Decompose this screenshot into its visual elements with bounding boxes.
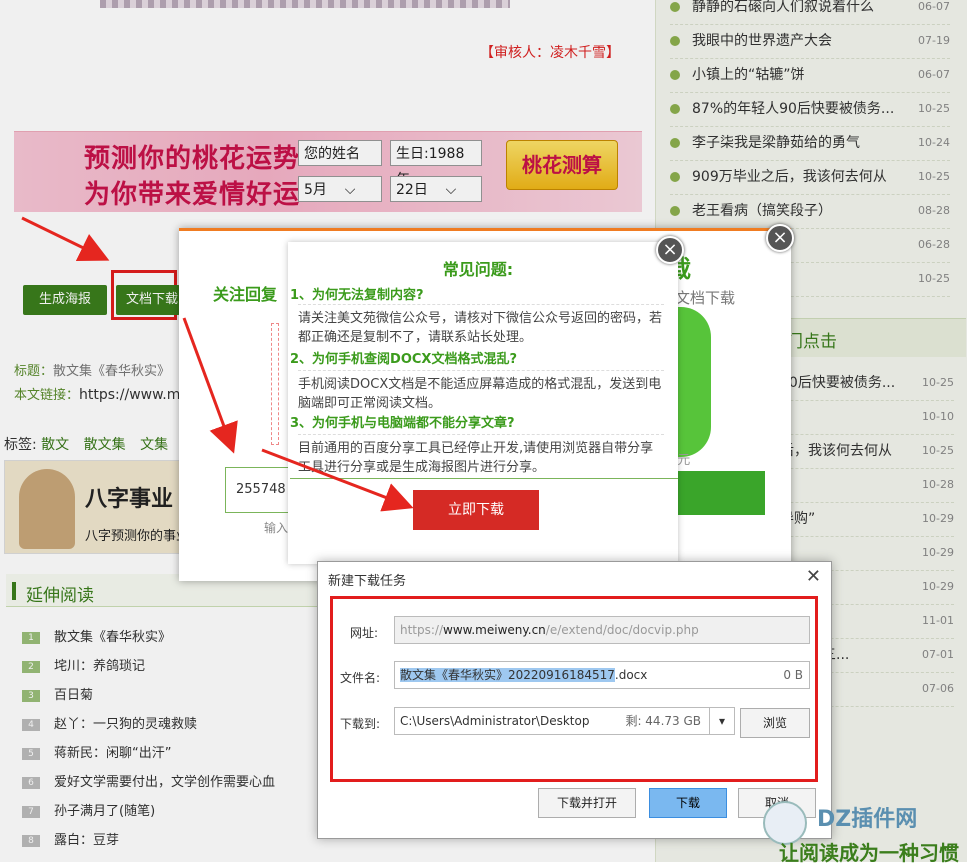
arrow-to-input [182,317,238,454]
saveto-path: C:\Users\Administrator\Desktop [400,714,590,728]
watermark-brand: DZ插件网 [817,807,918,832]
filename-label: 文件名: [340,671,381,685]
saveto-label: 下载到: [340,717,381,731]
dialog-title: 新建下载任务 [328,574,407,589]
url-prefix: https:// [400,623,444,637]
free-space: 剩: 44.73 GB [625,714,701,728]
filename-selected: 散文集《春华秋实》20220916184517 [400,668,615,682]
filename-input[interactable]: 散文集《春华秋实》20220916184517.docx 0 B [394,661,810,689]
url-path: /e/extend/doc/docvip.php [545,623,699,637]
dialog-close-icon[interactable]: ✕ [806,566,821,587]
url-label: 网址: [350,626,379,640]
arrow-to-download [21,216,110,261]
arrow-to-download-now [261,448,414,512]
new-download-dialog: 新建下载任务 ✕ 网址: https://www.meiweny.cn/e/ex… [317,561,832,839]
saveto-dropdown[interactable]: ▾ [709,707,735,735]
file-size: 0 B [783,668,803,682]
saveto-field[interactable]: C:\Users\Administrator\Desktop 剩: 44.73 G… [394,707,710,735]
url-field: https://www.meiweny.cn/e/extend/doc/docv… [394,616,810,644]
url-domain: www.meiweny.cn [443,623,546,637]
filename-ext: .docx [614,668,648,682]
download-button[interactable]: 下载 [649,788,727,818]
download-and-open-button[interactable]: 下载并打开 [538,788,636,818]
chevron-down-icon: ▾ [718,714,726,728]
browse-button[interactable]: 浏览 [740,708,810,738]
dz-watermark: DZ插件网 让阅读成为一种习惯 [763,793,963,865]
